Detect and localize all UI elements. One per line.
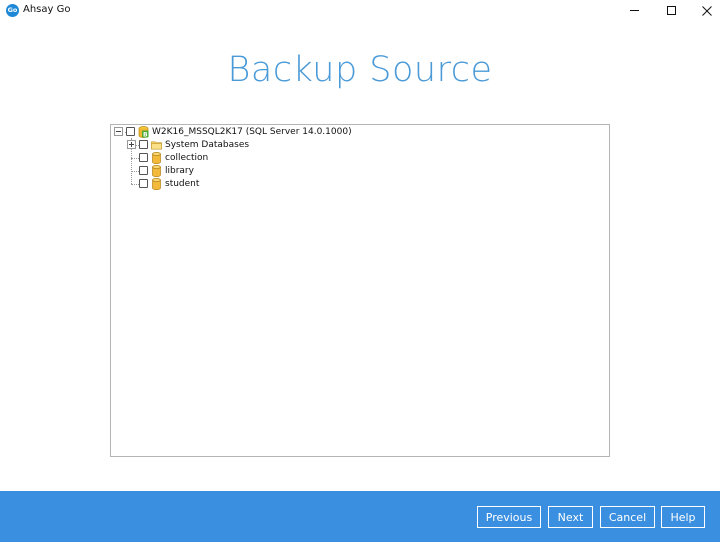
tree-item-collection[interactable]: collection [139, 151, 208, 164]
cancel-button[interactable]: Cancel [600, 506, 655, 528]
tree-root-row[interactable]: B W2K16_MSSQL2K17 (SQL Server 14.0.1000) [114, 125, 352, 138]
help-button[interactable]: Help [661, 506, 705, 528]
expand-toggle[interactable] [127, 140, 136, 149]
backup-source-tree[interactable]: B W2K16_MSSQL2K17 (SQL Server 14.0.1000)… [110, 124, 610, 457]
list-item-label: student [165, 178, 200, 189]
next-button[interactable]: Next [548, 506, 593, 528]
minimize-button[interactable] [616, 0, 652, 21]
root-checkbox[interactable] [126, 127, 135, 136]
item-checkbox[interactable] [139, 166, 148, 175]
list-item-label: System Databases [165, 139, 250, 150]
title-bar: Go Ahsay Go [0, 0, 720, 21]
maximize-button[interactable] [653, 0, 689, 21]
database-icon [151, 177, 162, 190]
page-title: Backup Source [227, 50, 493, 90]
database-icon [151, 151, 162, 164]
tree-root-label: W2K16_MSSQL2K17 (SQL Server 14.0.1000) [152, 126, 352, 137]
folder-icon [151, 139, 162, 151]
tree-item-library[interactable]: library [139, 164, 194, 177]
app-logo-icon: Go [6, 4, 19, 17]
sql-server-icon: B [138, 125, 149, 138]
tree-item-student[interactable]: student [139, 177, 199, 190]
item-checkbox[interactable] [139, 179, 148, 188]
list-item-label: library [165, 165, 194, 176]
list-item-label: collection [165, 152, 209, 163]
item-checkbox[interactable] [139, 153, 148, 162]
footer-bar: Previous Next Cancel Help [0, 491, 720, 542]
tree-connector [131, 184, 139, 185]
tree-item-system-databases[interactable]: System Databases [127, 138, 249, 151]
tree-connector [131, 158, 139, 159]
close-button[interactable] [689, 0, 720, 21]
database-icon [151, 164, 162, 177]
close-icon [702, 5, 712, 16]
previous-button[interactable]: Previous [477, 506, 541, 528]
window-title: Ahsay Go [23, 4, 71, 15]
tree-connector [131, 171, 139, 172]
minimize-icon [629, 10, 639, 11]
maximize-icon [666, 6, 676, 15]
svg-text:B: B [143, 131, 148, 138]
collapse-toggle[interactable] [114, 127, 123, 136]
item-checkbox[interactable] [139, 140, 148, 149]
